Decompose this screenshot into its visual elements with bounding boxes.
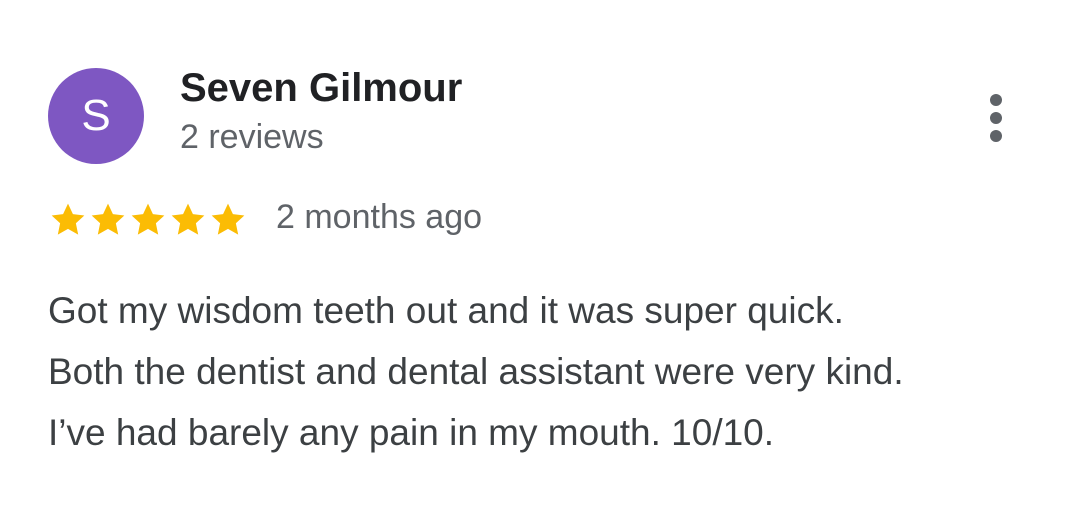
review-card: S Seven Gilmour 2 reviews 2 months ago G… — [0, 0, 1080, 510]
review-count: 2 reviews — [180, 118, 324, 156]
review-text: Got my wisdom teeth out and it was super… — [48, 280, 1058, 463]
avatar-initial: S — [81, 91, 111, 140]
more-options-button[interactable] — [972, 86, 1020, 150]
star-filled-icon — [51, 203, 85, 235]
star-filled-icon — [211, 203, 245, 235]
review-text-line: I’ve had barely any pain in my mouth. 10… — [48, 412, 775, 453]
avatar[interactable]: S — [48, 68, 144, 164]
reviewer-name[interactable]: Seven Gilmour — [180, 66, 462, 111]
review-text-line: Got my wisdom teeth out and it was super… — [48, 290, 844, 331]
star-rating — [48, 200, 248, 240]
more-vert-icon — [990, 94, 1002, 142]
review-text-line: Both the dentist and dental assistant we… — [48, 351, 904, 392]
star-filled-icon — [131, 203, 165, 235]
review-date: 2 months ago — [276, 198, 483, 236]
star-filled-icon — [91, 203, 125, 235]
star-filled-icon — [171, 203, 205, 235]
